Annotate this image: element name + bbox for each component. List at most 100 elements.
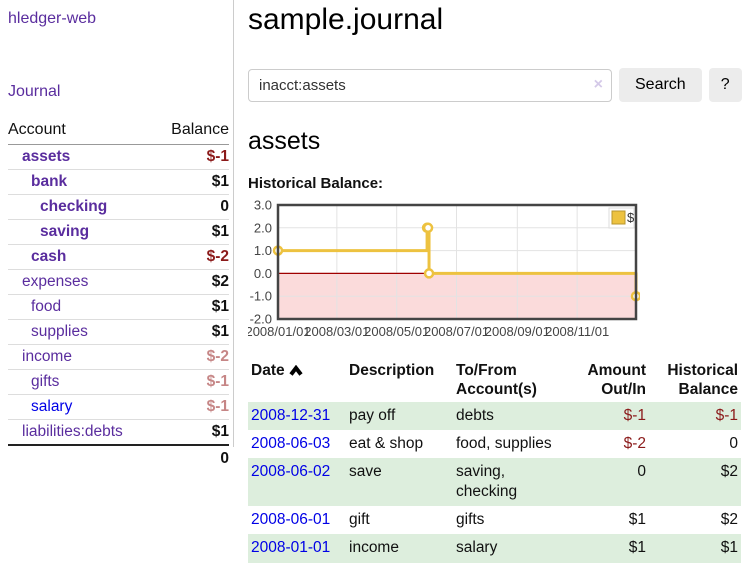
search-box: ×	[248, 69, 612, 102]
account-link[interactable]: food	[31, 298, 61, 315]
account-link[interactable]: gifts	[31, 373, 59, 390]
transaction-date-link[interactable]: 2008-06-01	[251, 511, 330, 528]
accounts-total-value: 0	[119, 445, 230, 472]
balance-chart-svg: $3.02.01.00.0-1.0-2.02008/01/012008/03/0…	[248, 200, 640, 340]
accounts-header-row: Account Balance	[8, 121, 229, 145]
account-row: food$1	[8, 295, 229, 320]
register-accounts-cell: saving, checking	[453, 458, 571, 506]
register-header-date-label: Date	[251, 362, 285, 379]
register-header-description: Description	[346, 359, 453, 402]
register-amount-cell: $-1	[571, 402, 649, 430]
accounts-header-account: Account	[8, 121, 119, 145]
y-axis-tick-label: -1.0	[250, 289, 272, 304]
account-balance: $2	[119, 270, 230, 295]
account-link[interactable]: bank	[31, 173, 67, 190]
register-row: 2008-06-03 eat & shopfood, supplies$-20	[248, 430, 741, 458]
account-link[interactable]: salary	[31, 398, 72, 415]
y-axis-tick-label: 3.0	[254, 200, 272, 213]
brand-link[interactable]: hledger-web	[8, 10, 233, 28]
account-row: salary $-1	[8, 395, 229, 420]
sidebar-item-journal[interactable]: Journal	[8, 83, 233, 101]
register-row: 2008-06-01giftgifts$1$2	[248, 506, 741, 534]
register-date-cell: 2008-12-31	[248, 402, 346, 430]
register-balance-cell: 0	[649, 430, 741, 458]
account-balance: $1	[119, 320, 230, 345]
register-accounts-cell: gifts	[453, 506, 571, 534]
account-row: checking 0	[8, 195, 229, 220]
register-balance-cell: $2	[649, 506, 741, 534]
main-content: sample.journal × Search ? assets Histori…	[248, 0, 742, 563]
account-row: liabilities:debts$1	[8, 420, 229, 446]
register-header-date[interactable]: Date	[248, 359, 346, 402]
transaction-date-link[interactable]: 2008-06-02	[251, 463, 330, 480]
help-button[interactable]: ?	[709, 68, 742, 102]
account-link[interactable]: cash	[31, 248, 66, 265]
register-amount-cell: 0	[571, 458, 649, 506]
accounts-total-spacer	[8, 445, 119, 472]
account-link[interactable]: supplies	[31, 323, 88, 340]
page-title: sample.journal	[248, 3, 742, 37]
register-description-cell: income	[346, 534, 453, 562]
account-link[interactable]: income	[22, 348, 72, 365]
register-header-row: Date Description To/From Account(s) Amou…	[248, 359, 741, 402]
account-name-cell: expenses	[8, 270, 119, 295]
transaction-date-link[interactable]: 2008-01-01	[251, 539, 330, 556]
account-name-cell: gifts	[8, 370, 119, 395]
register-amount-cell: $-2	[571, 430, 649, 458]
account-heading: assets	[248, 127, 742, 156]
transaction-date-link[interactable]: 2008-12-31	[251, 407, 330, 424]
account-row: gifts$-1	[8, 370, 229, 395]
search-button[interactable]: Search	[619, 68, 702, 102]
account-link[interactable]: assets	[22, 148, 70, 165]
register-balance-cell: $1	[649, 534, 741, 562]
account-row: saving $1	[8, 220, 229, 245]
y-axis-tick-label: 2.0	[254, 220, 272, 235]
accounts-total-row: 0	[8, 445, 229, 472]
account-row: cash$-2	[8, 245, 229, 270]
register-header-accounts: To/From Account(s)	[453, 359, 571, 402]
legend-swatch	[612, 211, 625, 224]
register-amount-cell: $1	[571, 534, 649, 562]
y-axis-tick-label: 0.0	[254, 266, 272, 281]
account-link[interactable]: saving	[40, 223, 89, 240]
transaction-date-link[interactable]: 2008-06-03	[251, 435, 330, 452]
x-axis-tick-label: 2008/07/01	[424, 324, 489, 339]
register-row: 2008-06-02 savesaving, checking0$2	[248, 458, 741, 506]
x-axis-tick-label: 2008/05/01	[364, 324, 429, 339]
register-date-cell: 2008-06-02	[248, 458, 346, 506]
register-accounts-cell: salary	[453, 534, 571, 562]
account-link[interactable]: liabilities:debts	[22, 423, 123, 440]
register-balance-cell: $-1	[649, 402, 741, 430]
register-description-cell: save	[346, 458, 453, 506]
account-balance: $-1	[119, 395, 230, 420]
register-date-cell: 2008-06-03	[248, 430, 346, 458]
account-name-cell: cash	[8, 245, 119, 270]
register-row: 2008-12-31pay offdebts$-1$-1	[248, 402, 741, 430]
account-link[interactable]: checking	[40, 198, 107, 215]
x-axis-tick-label: 2008/09/01	[485, 324, 550, 339]
accounts-table: Account Balance assets$-1bank$1checking0…	[8, 121, 229, 472]
register-description-cell: eat & shop	[346, 430, 453, 458]
register-header-amount: Amount Out/In	[571, 359, 649, 402]
register-balance-cell: $2	[649, 458, 741, 506]
y-axis-tick-label: 1.0	[254, 243, 272, 258]
account-name-cell: liabilities:debts	[8, 420, 119, 446]
register-row: 2008-01-01incomesalary$1$1	[248, 534, 741, 562]
data-point	[425, 269, 433, 277]
account-balance: $1	[119, 420, 230, 446]
search-input[interactable]	[248, 69, 612, 102]
sidebar: hledger-web Journal Account Balance asse…	[0, 0, 234, 447]
clear-search-icon[interactable]: ×	[594, 76, 603, 94]
account-balance: $1	[119, 220, 230, 245]
account-balance: 0	[119, 195, 230, 220]
hledger-web-app: hledger-web Journal Account Balance asse…	[0, 0, 742, 582]
account-balance: $-2	[119, 345, 230, 370]
account-row: expenses $2	[8, 270, 229, 295]
account-link[interactable]: expenses	[22, 273, 88, 290]
chart-title: Historical Balance:	[248, 175, 742, 192]
x-axis-tick-label: 2008/01/01	[248, 324, 311, 339]
register-amount-cell: $1	[571, 506, 649, 534]
register-accounts-cell: food, supplies	[453, 430, 571, 458]
account-name-cell: food	[8, 295, 119, 320]
account-row: bank$1	[8, 170, 229, 195]
